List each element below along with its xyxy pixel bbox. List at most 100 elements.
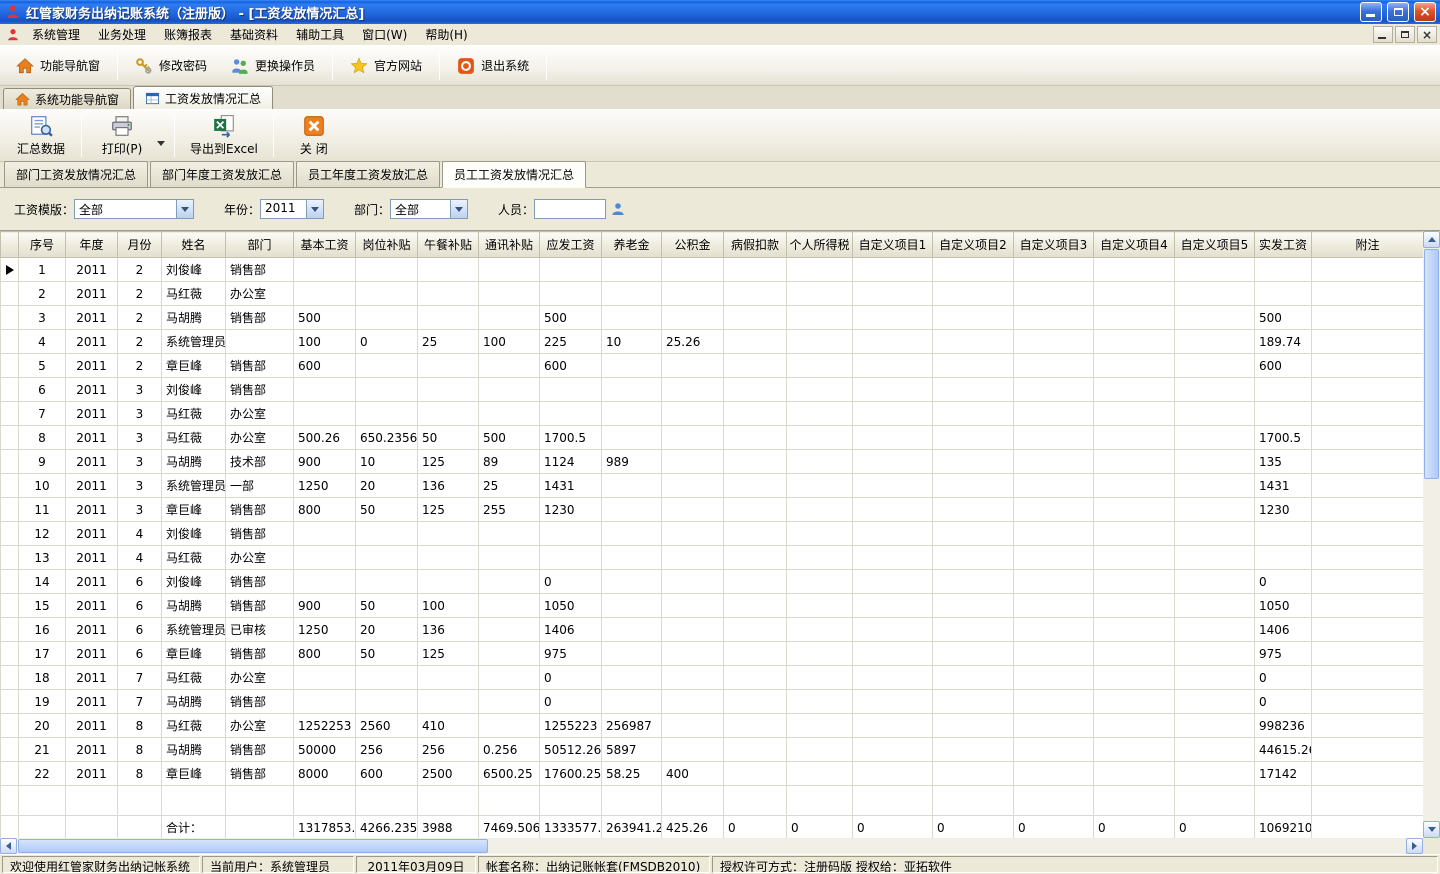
cell[interactable] [933,666,1014,690]
cell[interactable] [933,474,1014,498]
cell[interactable] [1094,738,1175,762]
cell[interactable]: 50 [356,498,418,522]
cell[interactable] [1094,714,1175,738]
cell[interactable] [787,282,853,306]
cell[interactable] [418,354,479,378]
cell[interactable]: 15 [19,594,66,618]
cell[interactable] [356,354,418,378]
menu-window[interactable]: 窗口(W) [353,23,416,46]
cell[interactable]: 章巨峰 [162,642,226,666]
cell[interactable] [1014,258,1094,282]
cell[interactable]: 975 [1255,642,1312,666]
cell[interactable]: 6 [19,378,66,402]
cell[interactable]: 600 [1255,354,1312,378]
cell[interactable]: 58.25 [602,762,662,786]
cell[interactable] [602,690,662,714]
cell[interactable] [933,714,1014,738]
cell[interactable] [602,594,662,618]
row-selector-cell[interactable] [1,306,19,330]
cell[interactable]: 销售部 [226,642,294,666]
column-header-17[interactable]: 自定义项目4 [1094,232,1175,258]
cell[interactable]: 3 [118,474,162,498]
cell[interactable]: 0 [1255,570,1312,594]
cell[interactable] [1175,282,1255,306]
cell[interactable]: 650.2356 [356,426,418,450]
cell[interactable]: 3988 [418,816,479,839]
cell[interactable] [933,402,1014,426]
cell[interactable]: 1 [19,258,66,282]
cell[interactable] [724,426,787,450]
print-dropdown-arrow[interactable] [157,141,165,150]
cell[interactable] [662,258,724,282]
cell[interactable] [662,450,724,474]
minimize-button[interactable] [1360,2,1382,22]
cell[interactable]: 25 [479,474,540,498]
cell[interactable] [787,738,853,762]
column-header-11[interactable]: 公积金 [662,232,724,258]
table-row[interactable]: 2120118马胡腾销售部500002562560.25650512.26589… [1,738,1424,762]
cell[interactable] [602,666,662,690]
cell[interactable]: 256 [356,738,418,762]
cell[interactable]: 马红薇 [162,402,226,426]
column-header-8[interactable]: 通讯补贴 [479,232,540,258]
cell[interactable]: 1333577.01 [540,816,602,839]
column-header-13[interactable]: 个人所得税 [787,232,853,258]
table-row[interactable]: 2020118马红薇办公室125225325604101255223256987… [1,714,1424,738]
cell[interactable]: 17142 [1255,762,1312,786]
cell[interactable]: 销售部 [226,762,294,786]
cell[interactable] [1312,816,1424,839]
cell[interactable] [662,570,724,594]
cell[interactable]: 0 [724,816,787,839]
cell[interactable]: 0 [1014,816,1094,839]
column-header-14[interactable]: 自定义项目1 [853,232,933,258]
cell[interactable] [853,738,933,762]
person-input[interactable] [534,199,606,219]
cell[interactable] [1175,690,1255,714]
cell[interactable]: 马红薇 [162,282,226,306]
cell[interactable] [662,642,724,666]
cell[interactable] [724,330,787,354]
table-row[interactable]: 720113马红薇办公室 [1,402,1424,426]
cell[interactable] [1175,546,1255,570]
cell[interactable] [479,546,540,570]
cell[interactable]: 10 [356,450,418,474]
vertical-scroll-thumb[interactable] [1424,249,1439,479]
cell[interactable] [19,816,66,839]
cell[interactable] [787,474,853,498]
cell[interactable]: 销售部 [226,522,294,546]
cell[interactable]: 400 [662,762,724,786]
cell[interactable] [1014,426,1094,450]
column-header-1[interactable]: 年度 [66,232,118,258]
cell[interactable]: 600 [294,354,356,378]
cell[interactable]: 256 [418,738,479,762]
cell[interactable] [418,402,479,426]
cell[interactable]: 章巨峰 [162,354,226,378]
row-selector-cell[interactable] [1,354,19,378]
cell[interactable]: 一部 [226,474,294,498]
cell[interactable] [1312,354,1424,378]
cell[interactable] [1014,306,1094,330]
cell[interactable]: 1250 [294,474,356,498]
cell[interactable]: 2 [118,282,162,306]
cell[interactable] [1014,690,1094,714]
row-selector-cell[interactable] [1,816,19,839]
cell[interactable]: 500 [294,306,356,330]
row-selector-cell[interactable] [1,714,19,738]
template-select[interactable]: 全部 [74,199,194,219]
cell[interactable]: 8 [19,426,66,450]
cell[interactable] [662,690,724,714]
combo-arrow-icon[interactable] [176,200,193,218]
cell[interactable]: 100 [294,330,356,354]
cell[interactable] [1175,762,1255,786]
row-selector-cell[interactable] [1,474,19,498]
cell[interactable] [787,402,853,426]
cell[interactable]: 50 [356,594,418,618]
cell[interactable] [662,498,724,522]
column-header-10[interactable]: 养老金 [602,232,662,258]
cell[interactable]: 255 [479,498,540,522]
combo-arrow-icon[interactable] [306,200,323,218]
cell[interactable] [1175,306,1255,330]
cell[interactable] [933,282,1014,306]
cell[interactable]: 2011 [66,258,118,282]
cell[interactable]: 办公室 [226,666,294,690]
